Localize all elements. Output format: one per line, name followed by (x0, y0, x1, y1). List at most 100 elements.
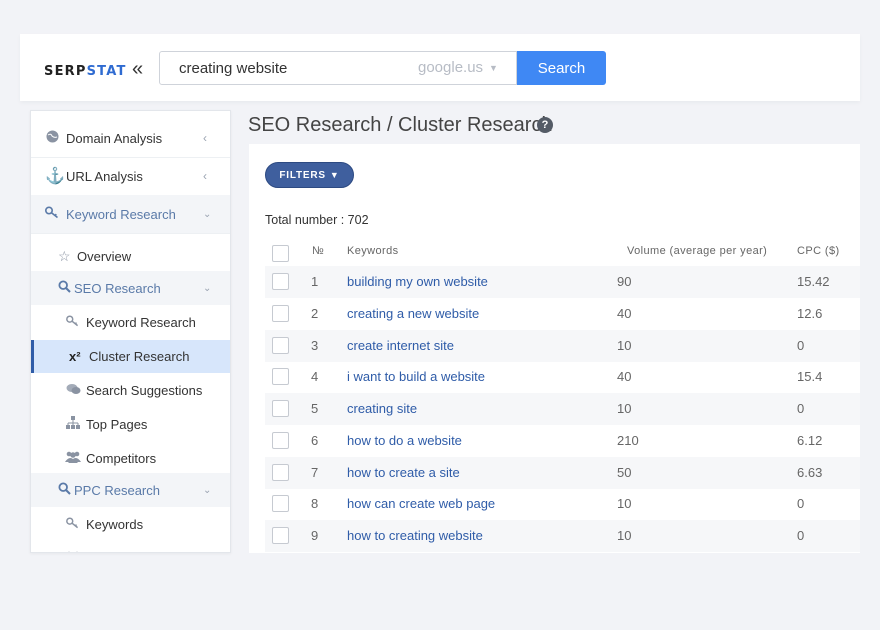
volume-value: 50 (617, 465, 632, 480)
column-header-keywords[interactable]: Keywords (347, 245, 399, 257)
row-checkbox[interactable] (272, 464, 289, 481)
table-row: 8 how can create web page 10 0 (265, 488, 860, 520)
row-number: 6 (311, 433, 319, 448)
volume-value: 10 (617, 401, 632, 416)
table-row: 5 creating site 10 0 (265, 393, 860, 425)
column-header-volume[interactable]: Volume (average per year) (627, 245, 767, 257)
table-row: 3 create internet site 10 0 (265, 330, 860, 362)
keyword-link[interactable]: how can create web page (347, 496, 495, 511)
sitemap-icon (66, 416, 80, 432)
row-checkbox[interactable] (272, 305, 289, 322)
top-bar: SERPSTAT « google.us ▼ Search (20, 34, 860, 101)
sidebar-item-cluster-research[interactable]: x² Cluster Research (31, 340, 230, 373)
cpc-value: 15.42 (797, 274, 830, 289)
sidebar-item-label: Cluster Research (89, 349, 190, 364)
row-checkbox[interactable] (272, 273, 289, 290)
sidebar-item-label: Keywords (86, 516, 144, 532)
sidebar-item-label: Top Pages (86, 416, 148, 432)
keyword-link[interactable]: building my own website (347, 274, 488, 289)
row-checkbox[interactable] (272, 368, 289, 385)
keyword-link[interactable]: how to creating website (347, 528, 483, 543)
cpc-value: 6.63 (797, 465, 823, 480)
globe-icon (46, 130, 59, 146)
cpc-value: 0 (797, 496, 805, 511)
search-engine-select[interactable]: google.us ▼ (398, 51, 517, 85)
chevron-down-icon: ⌄ (203, 484, 212, 496)
row-checkbox[interactable] (272, 337, 289, 354)
cpc-value: 0 (797, 338, 805, 353)
sidebar-item-url-analysis[interactable]: ⚓ URL Analysis ‹ (31, 157, 230, 195)
help-icon[interactable]: ? (537, 117, 553, 133)
cpc-value: 0 (797, 401, 805, 416)
volume-value: 90 (617, 274, 632, 289)
sidebar-item-keywords[interactable]: Keywords (31, 507, 230, 541)
search-button[interactable]: Search (517, 51, 606, 85)
row-checkbox[interactable] (272, 400, 289, 417)
sidebar-item-competitors[interactable]: Competitors (31, 441, 230, 475)
logo-text-main: SERP (44, 64, 87, 79)
volume-value: 40 (617, 306, 632, 321)
chevron-down-icon: ⌄ (203, 282, 212, 294)
sidebar-item-label: SEO Research (74, 280, 161, 296)
serpstat-logo[interactable]: SERPSTAT (44, 64, 127, 79)
row-number: 8 (311, 496, 319, 511)
sidebar-item-keyword-research[interactable]: Keyword Research ⌄ (31, 195, 230, 233)
cpc-value: 12.6 (797, 306, 823, 321)
column-header-cpc[interactable]: CPC ($) (797, 245, 840, 257)
sidebar-item-keyword-research-sub[interactable]: Keyword Research (31, 305, 230, 339)
sidebar-item-label: Keyword Research (66, 206, 176, 222)
sidebar: Domain Analysis ‹ ⚓ URL Analysis ‹ Keywo… (30, 110, 231, 553)
sidebar-item-top-pages[interactable]: Top Pages (31, 407, 230, 441)
search-engine-label: google.us (418, 59, 484, 76)
row-number: 4 (311, 369, 319, 384)
results-panel: FILTERS ▼ Total number : 702 № Keywords V… (249, 144, 860, 553)
cpc-value: 0 (797, 528, 805, 543)
row-number: 5 (311, 401, 319, 416)
row-checkbox[interactable] (272, 432, 289, 449)
chat-icon (66, 382, 81, 398)
sidebar-item-ppc-research[interactable]: PPC Research ⌄ (31, 473, 230, 507)
volume-value: 40 (617, 369, 632, 384)
keyword-link[interactable]: i want to build a website (347, 369, 485, 384)
users-icon (65, 450, 81, 466)
filters-button[interactable]: FILTERS ▼ (265, 162, 354, 188)
row-checkbox[interactable] (272, 495, 289, 512)
volume-value: 210 (617, 433, 639, 448)
table-row: 6 how to do a website 210 6.12 (265, 425, 860, 457)
x-squared-icon: x² (69, 349, 81, 364)
select-all-checkbox[interactable] (272, 245, 289, 262)
sidebar-item-search-suggestions[interactable]: Search Suggestions (31, 373, 230, 407)
sidebar-item-overview[interactable]: ☆ Overview (31, 237, 230, 275)
key-icon (44, 206, 60, 222)
row-number: 9 (311, 528, 319, 543)
volume-value: 10 (617, 528, 632, 543)
key-icon (66, 516, 80, 532)
sidebar-item-seo-research[interactable]: SEO Research ⌄ (31, 271, 230, 305)
chevron-left-icon: ‹ (203, 131, 207, 145)
row-number: 3 (311, 338, 319, 353)
volume-value: 10 (617, 496, 632, 511)
anchor-icon: ⚓ (45, 168, 65, 185)
search-input[interactable] (159, 51, 399, 85)
row-number: 7 (311, 465, 319, 480)
sidebar-item-domain-analysis[interactable]: Domain Analysis ‹ (31, 119, 230, 157)
table-row: 7 how to create a site 50 6.63 (265, 457, 860, 489)
keyword-link[interactable]: creating site (347, 401, 417, 416)
keyword-link[interactable]: how to do a website (347, 433, 462, 448)
users-icon (65, 550, 81, 552)
total-count: Total number : 702 (265, 213, 369, 227)
table-row: 9 how to creating website 10 0 (265, 520, 860, 552)
chevron-down-icon: ▼ (489, 63, 498, 73)
row-number: 1 (311, 274, 319, 289)
sidebar-item-label: Search Suggestions (86, 382, 203, 398)
keyword-link[interactable]: creating a new website (347, 306, 479, 321)
collapse-sidebar-icon[interactable]: « (132, 59, 143, 79)
keyword-link[interactable]: create internet site (347, 338, 454, 353)
sidebar-item-label: Competitors (86, 450, 157, 466)
column-header-number: № (312, 245, 325, 257)
logo-text-accent: STAT (86, 64, 127, 79)
row-checkbox[interactable] (272, 527, 289, 544)
search-icon (58, 482, 71, 498)
keyword-link[interactable]: how to create a site (347, 465, 460, 480)
sidebar-item-label: PPC Research (74, 482, 160, 498)
